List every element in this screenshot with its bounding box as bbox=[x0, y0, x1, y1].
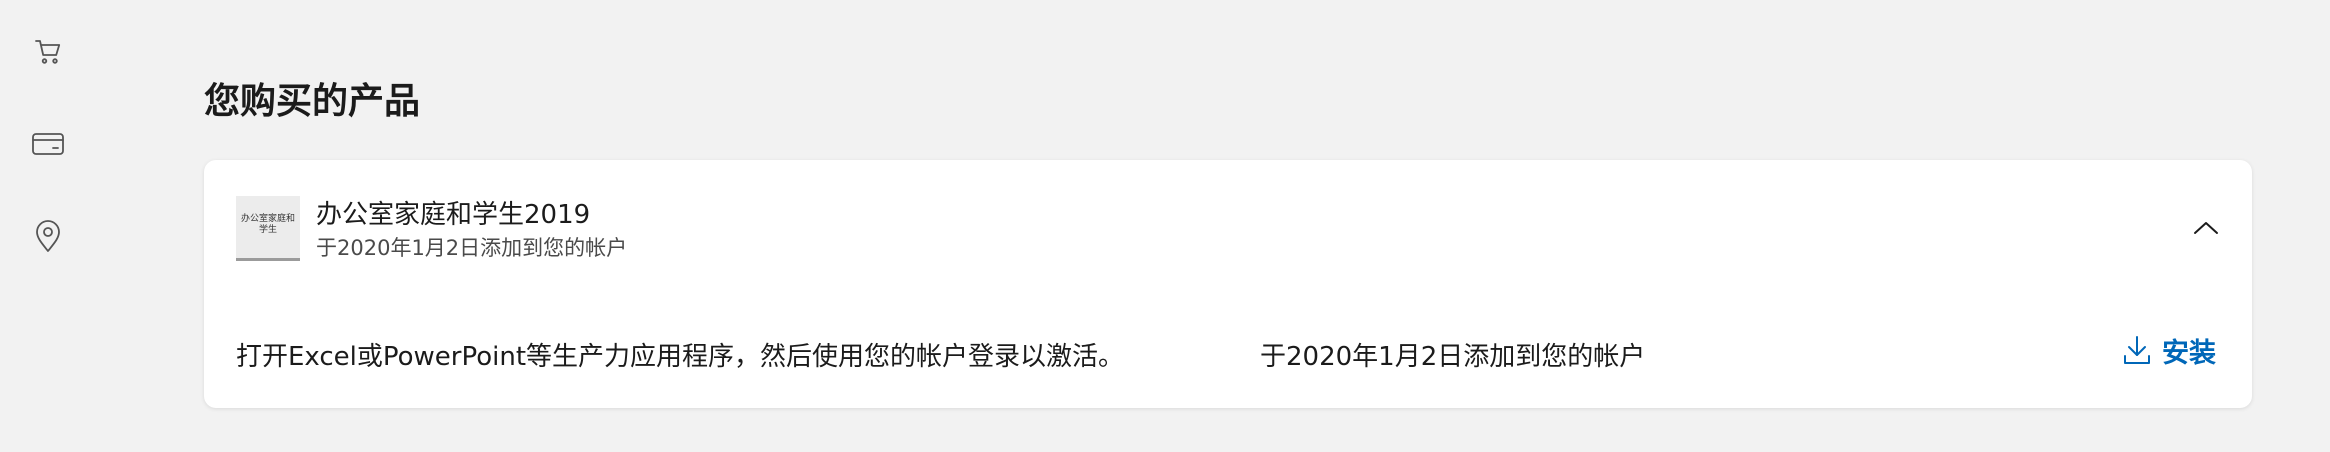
sidebar bbox=[0, 0, 96, 452]
sidebar-item-addresses[interactable] bbox=[26, 214, 70, 258]
product-thumbnail: 办公室家庭和学生 bbox=[236, 196, 300, 261]
download-icon bbox=[2124, 336, 2150, 364]
location-pin-icon bbox=[36, 220, 60, 252]
sidebar-item-orders[interactable] bbox=[26, 30, 70, 74]
product-added-subtitle: 于2020年1月2日添加到您的帐户 bbox=[316, 236, 628, 260]
chevron-up-icon bbox=[2194, 222, 2218, 234]
cart-icon bbox=[35, 40, 61, 64]
install-button[interactable]: 安装 bbox=[2122, 328, 2216, 372]
page-title: 您购买的产品 bbox=[204, 81, 421, 122]
product-card: 办公室家庭和学生 办公室家庭和学生2019 于2020年1月2日添加到您的帐户 … bbox=[204, 160, 2252, 408]
product-thumbnail-label: 办公室家庭和学生 bbox=[240, 214, 295, 235]
product-name: 办公室家庭和学生2019 bbox=[316, 200, 591, 230]
credit-card-icon bbox=[32, 133, 64, 155]
install-label: 安装 bbox=[2162, 337, 2216, 369]
activation-instructions: 打开Excel或PowerPoint等生产力应用程序，然后使用您的帐户登录以激活… bbox=[236, 342, 1125, 372]
collapse-button[interactable] bbox=[2188, 210, 2224, 246]
sidebar-item-payment[interactable] bbox=[26, 122, 70, 166]
page: 您购买的产品 办公室家庭和学生 办公室家庭和学生2019 于2020年1月2日添… bbox=[0, 0, 2330, 452]
added-date: 于2020年1月2日添加到您的帐户 bbox=[1260, 342, 1646, 372]
